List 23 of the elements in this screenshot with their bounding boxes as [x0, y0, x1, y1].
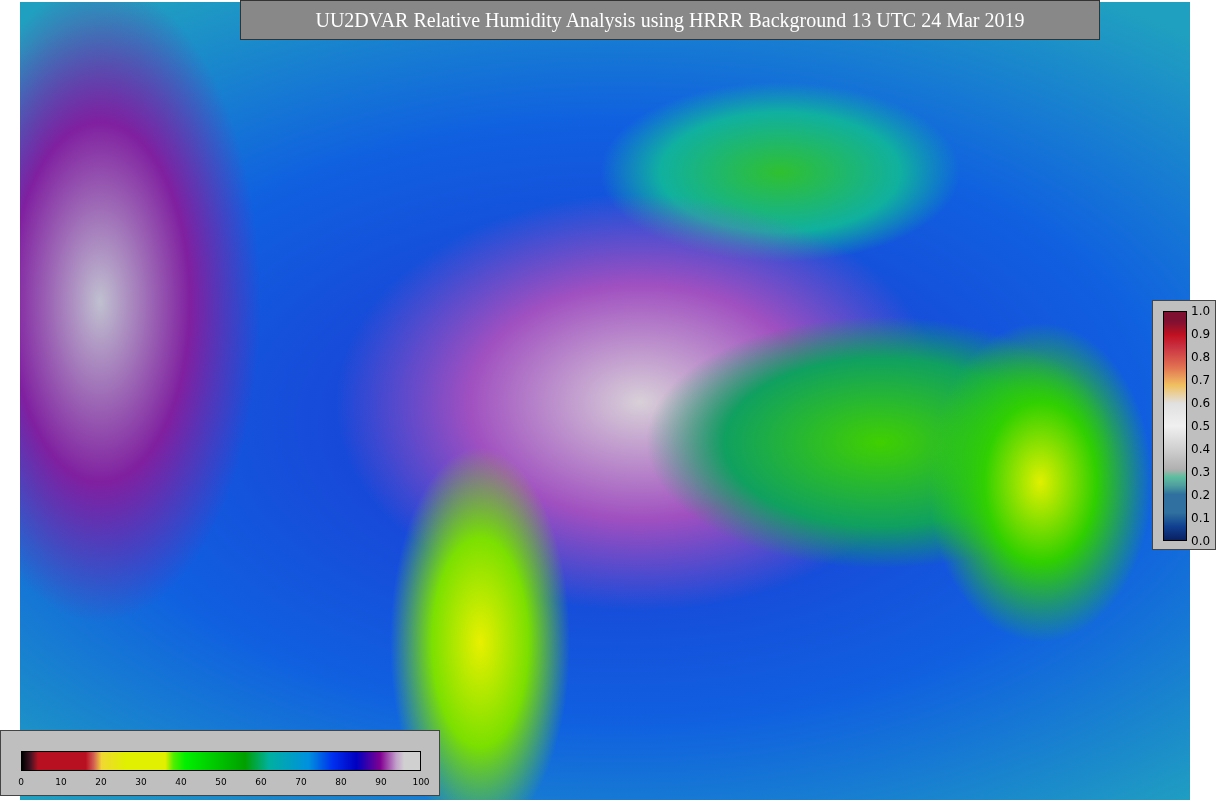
tick-label: 50	[215, 777, 227, 787]
tick-label: 0.1	[1191, 511, 1211, 525]
tick-label: 80	[335, 777, 347, 787]
map-title: UU2DVAR Relative Humidity Analysis using HRRR Background 13 UTC 24 Mar 2019	[240, 0, 1100, 40]
tick-label: 0.5	[1191, 419, 1211, 433]
tick-label: 40	[175, 777, 187, 787]
tick-label: 0.8	[1191, 350, 1211, 364]
tick-label: 0.2	[1191, 488, 1211, 502]
tick-label: 1.0	[1191, 304, 1211, 318]
tick-label: 0.0	[1191, 534, 1211, 548]
tick-label: 0.3	[1191, 465, 1211, 479]
tick-label: 100	[412, 777, 430, 787]
tick-label: 0.4	[1191, 442, 1211, 456]
tick-label: 10	[55, 777, 67, 787]
tick-label: 0.7	[1191, 373, 1211, 387]
tick-label: 70	[295, 777, 307, 787]
tick-label: 0.9	[1191, 327, 1211, 341]
tick-label: 0	[18, 777, 24, 787]
tick-label: 20	[95, 777, 107, 787]
tick-label: 60	[255, 777, 267, 787]
tick-label: 30	[135, 777, 147, 787]
tick-label: 0.6	[1191, 396, 1211, 410]
tick-label: 90	[375, 777, 387, 787]
